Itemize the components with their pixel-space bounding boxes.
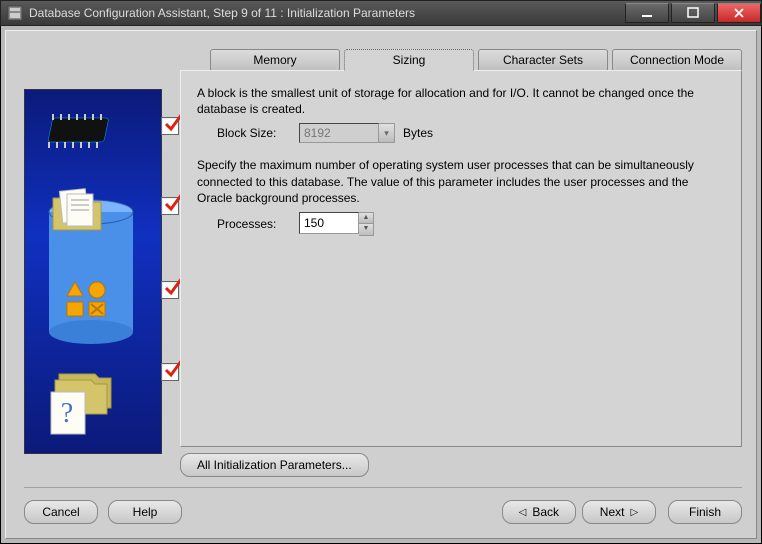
tab-connection-mode[interactable]: Connection Mode [612, 49, 742, 71]
block-size-dropdown-icon: ▾ [379, 123, 395, 143]
window-title: Database Configuration Assistant, Step 9… [29, 6, 623, 20]
processes-description: Specify the maximum number of operating … [197, 157, 725, 206]
block-size-label: Block Size: [217, 126, 291, 140]
processes-input[interactable] [299, 212, 359, 234]
tab-character-sets[interactable]: Character Sets [478, 49, 608, 71]
cancel-button[interactable]: Cancel [24, 500, 98, 524]
processes-label: Processes: [217, 217, 291, 231]
step-check-4 [161, 363, 179, 381]
block-size-unit: Bytes [403, 126, 433, 140]
help-button[interactable]: Help [108, 500, 182, 524]
tab-sizing[interactable]: Sizing [344, 49, 474, 71]
minimize-button[interactable] [625, 3, 669, 23]
step-check-1 [161, 117, 179, 135]
block-size-input [299, 123, 379, 143]
tab-memory[interactable]: Memory [210, 49, 340, 71]
back-button[interactable]: ◁ Back [502, 500, 576, 524]
next-button-label: Next [600, 505, 625, 519]
app-icon [7, 5, 23, 21]
finish-button[interactable]: Finish [668, 500, 742, 524]
maximize-button[interactable] [671, 3, 715, 23]
step-check-2 [161, 197, 179, 215]
back-arrow-icon: ◁ [519, 507, 527, 518]
all-init-params-button[interactable]: All Initialization Parameters... [180, 453, 369, 477]
back-button-label: Back [532, 505, 559, 519]
block-size-description: A block is the smallest unit of storage … [197, 85, 725, 117]
wizard-sidebar: ? [24, 89, 162, 454]
processes-spin-down[interactable]: ▼ [359, 224, 373, 235]
wizard-footer: Cancel Help ◁ Back Next ▷ Finish [24, 487, 742, 524]
processes-spin-up[interactable]: ▲ [359, 213, 373, 224]
sizing-panel: A block is the smallest unit of storage … [180, 70, 742, 447]
next-button[interactable]: Next ▷ [582, 500, 656, 524]
step-check-3 [161, 281, 179, 299]
next-arrow-icon: ▷ [630, 507, 638, 518]
close-button[interactable] [717, 3, 761, 23]
window-titlebar: Database Configuration Assistant, Step 9… [0, 0, 762, 26]
tab-bar: Memory Sizing Character Sets Connection … [210, 49, 742, 71]
svg-text:?: ? [61, 398, 73, 429]
